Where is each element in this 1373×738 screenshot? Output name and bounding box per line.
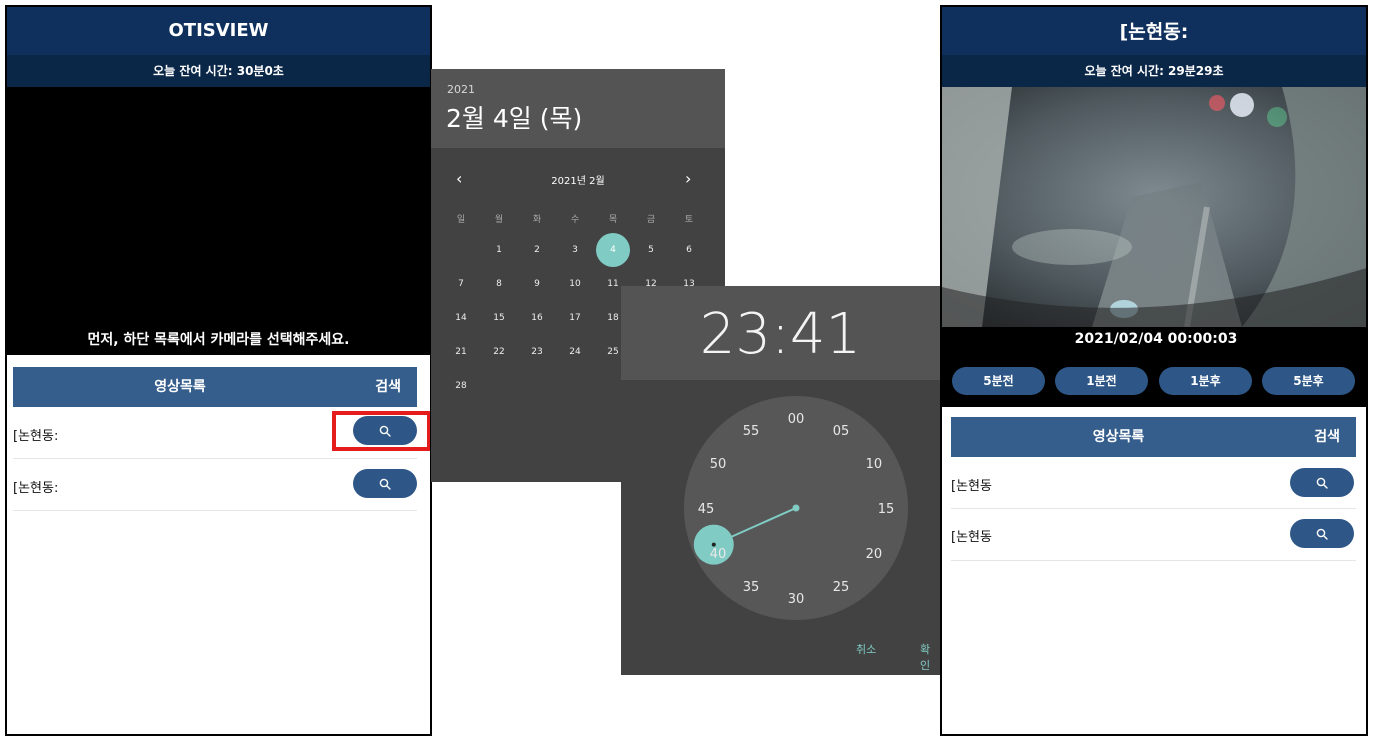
camera-label: [논현동:	[13, 481, 59, 496]
calendar-day[interactable]: 21	[446, 337, 476, 367]
list-header-search[interactable]: 검색	[375, 367, 401, 407]
list-header-title: 영상목록	[154, 379, 206, 395]
clock-minute-label[interactable]: 15	[878, 502, 895, 517]
seek-forward-5-button[interactable]: 5분후	[1262, 367, 1355, 395]
search-button[interactable]	[1290, 519, 1354, 548]
calendar-day[interactable]: 5	[636, 235, 666, 265]
clock-minute-label[interactable]: 55	[743, 424, 760, 439]
seek-back-5-button[interactable]: 5분전	[952, 367, 1045, 395]
calendar-day[interactable]: 8	[484, 269, 514, 299]
calendar-day[interactable]: 10	[560, 269, 590, 299]
video-message: 먼저, 하단 목록에서 카메라를 선택해주세요.	[87, 332, 350, 348]
clock-minute-label[interactable]: 10	[866, 457, 883, 472]
search-button[interactable]	[353, 469, 417, 498]
search-button[interactable]	[1290, 468, 1354, 497]
list-item[interactable]: [논현동:	[13, 459, 417, 511]
cancel-button[interactable]: 취소	[856, 641, 876, 657]
calendar-day[interactable]: 17	[560, 303, 590, 333]
right-phone-screen: [논현동: 오늘 잔여 시간: 29분29초 2021/02/04 00:00:…	[940, 5, 1368, 736]
calendar-day[interactable]: 16	[522, 303, 552, 333]
selected-time[interactable]: 23:41	[621, 302, 940, 367]
list-header-search[interactable]: 검색	[1314, 417, 1340, 457]
calendar-day[interactable]: 7	[446, 269, 476, 299]
month-label: 2021년 2월	[551, 176, 605, 187]
app-title: [논현동:	[942, 7, 1366, 55]
calendar-day[interactable]: 3	[560, 235, 590, 265]
clock-minute-label[interactable]: 35	[743, 580, 760, 595]
video-frame[interactable]: 2021/02/04 00:00:03 5분전 1분전 1분후 5분후	[942, 87, 1366, 407]
time-picker-header: 23:41	[621, 286, 940, 380]
list-item[interactable]: [논현동	[951, 457, 1356, 509]
list-header: 영상목록 검색	[13, 367, 417, 407]
highlight-box	[332, 411, 430, 451]
seek-back-1-button[interactable]: 1분전	[1055, 367, 1148, 395]
clock-selector-dot	[711, 542, 716, 547]
calendar-day[interactable]: 15	[484, 303, 514, 333]
calendar-day[interactable]: 1	[484, 235, 514, 265]
seek-forward-1-button[interactable]: 1분후	[1159, 367, 1252, 395]
weekday-label: 수	[570, 215, 580, 225]
list-header-title: 영상목록	[1092, 429, 1145, 445]
calendar-day[interactable]: 9	[522, 269, 552, 299]
list-header: 영상목록 검색	[951, 417, 1356, 457]
clock-minute-label[interactable]: 20	[866, 547, 883, 562]
search-icon	[1316, 528, 1328, 540]
camera-label: [논현동	[951, 530, 992, 545]
clock-center	[792, 504, 800, 512]
calendar-day[interactable]: 22	[484, 337, 514, 367]
clock-minute-label[interactable]: 05	[833, 424, 850, 439]
clock-minute-label[interactable]: 40	[710, 547, 727, 562]
date-picker-header: 2021 2월 4일 (목)	[431, 69, 725, 148]
calendar-day[interactable]: 6	[674, 235, 704, 265]
video-area: 먼저, 하단 목록에서 카메라를 선택해주세요.	[7, 87, 430, 355]
calendar-day[interactable]: 2	[522, 235, 552, 265]
clock-face[interactable]: 00 05 10 15 20 25 30 35 45 50 55 40	[621, 390, 940, 650]
camera-label: [논현동:	[13, 429, 59, 444]
remaining-time: 오늘 잔여 시간: 29분29초	[942, 55, 1366, 87]
clock-minute-label[interactable]: 25	[833, 580, 850, 595]
weekday-label: 일	[456, 215, 466, 225]
selected-year[interactable]: 2021	[447, 83, 475, 96]
weekday-label: 금	[646, 215, 656, 225]
selected-date[interactable]: 2월 4일 (목)	[446, 99, 582, 135]
list-item[interactable]: [논현동	[951, 509, 1356, 561]
clock-minute-label[interactable]: 30	[788, 592, 805, 607]
calendar-day[interactable]: 4	[596, 233, 630, 267]
left-phone-screen: OTISVIEW 오늘 잔여 시간: 30분0초 먼저, 하단 목록에서 카메라…	[5, 5, 432, 736]
camera-feed-image	[942, 87, 1366, 328]
weekday-label: 화	[532, 215, 542, 225]
weekday-label: 토	[684, 215, 694, 225]
camera-label: [논현동	[951, 479, 992, 494]
remaining-time: 오늘 잔여 시간: 30분0초	[7, 55, 430, 87]
video-timestamp: 2021/02/04 00:00:03	[1074, 331, 1238, 347]
time-picker-dialog: 23:41 00 05 10 15 20 25 30 35 45 50 55 40 취소 확인	[621, 286, 940, 675]
search-icon	[379, 478, 391, 490]
weekday-label: 월	[494, 215, 504, 225]
ok-button[interactable]: 확인	[920, 641, 940, 673]
clock-minute-label[interactable]: 00	[788, 412, 805, 427]
search-icon	[1316, 477, 1328, 489]
calendar-day[interactable]: 24	[560, 337, 590, 367]
chevron-right-icon[interactable]: ›	[685, 169, 691, 188]
weekday-label: 목	[608, 215, 618, 225]
calendar-day[interactable]: 23	[522, 337, 552, 367]
calendar-day[interactable]: 14	[446, 303, 476, 333]
app-title: OTISVIEW	[7, 7, 430, 55]
clock-minute-label[interactable]: 45	[698, 502, 715, 517]
clock-minute-label[interactable]: 50	[710, 457, 727, 472]
calendar-day[interactable]: 28	[446, 371, 476, 401]
